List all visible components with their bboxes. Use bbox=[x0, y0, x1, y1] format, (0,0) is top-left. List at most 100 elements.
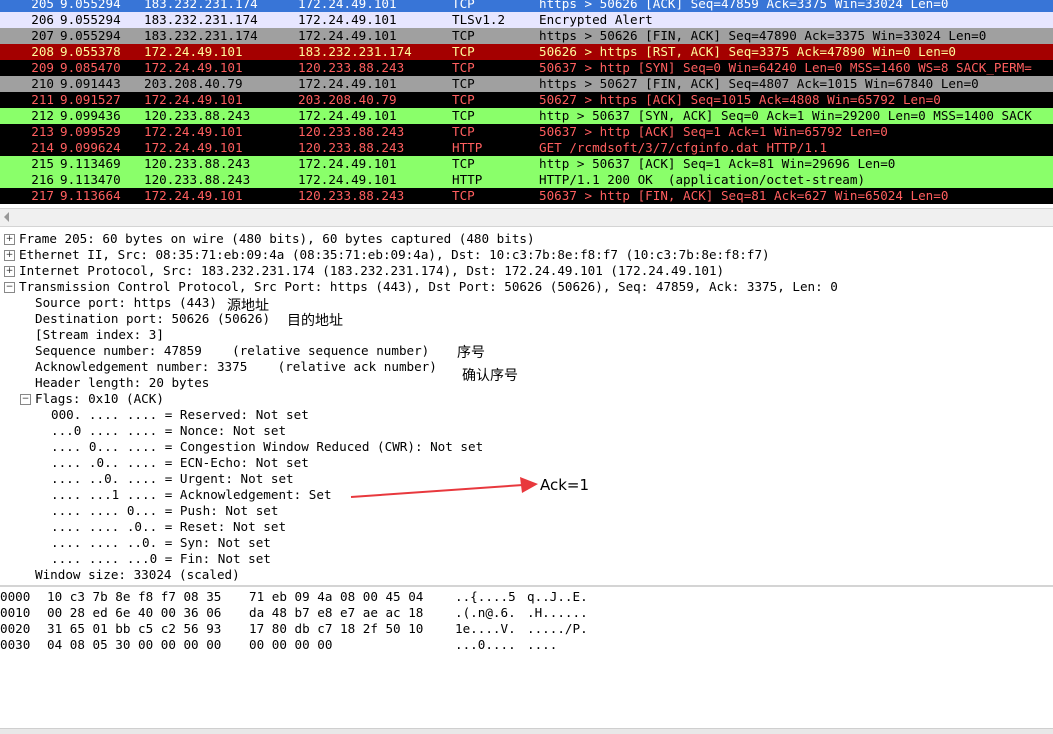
hex-ascii: ...../P. bbox=[527, 621, 588, 636]
packet-row[interactable]: 207 9.055294 183.232.231.174 172.24.49.101 T… bbox=[0, 28, 1053, 44]
expand-plus-icon[interactable]: + bbox=[4, 266, 15, 277]
packet-row[interactable]: 205 9.055294 183.232.231.174 172.24.49.101 T… bbox=[0, 0, 1053, 12]
tree-item-flag-bit[interactable]: .... .... ...0 = Fin: Not set bbox=[51, 551, 271, 567]
packet-destination: 172.24.49.101 bbox=[298, 28, 397, 43]
collapse-minus-icon[interactable]: − bbox=[4, 282, 15, 293]
tree-item-flag-bit[interactable]: .... ...1 .... = Acknowledgement: Set bbox=[51, 487, 332, 503]
packet-destination: 203.208.40.79 bbox=[298, 92, 397, 107]
packet-row[interactable]: 215 9.113469 120.233.88.243 172.24.49.101 TC… bbox=[0, 156, 1053, 172]
hex-row[interactable]: 0000 10 c3 7b 8e f8 f7 08 35 71 eb 09 4a 0… bbox=[0, 589, 1053, 605]
tree-item-flags[interactable]: Flags: 0x10 (ACK) bbox=[35, 391, 164, 407]
packet-number: 210 bbox=[31, 76, 54, 91]
collapse-minus-icon[interactable]: − bbox=[20, 394, 31, 405]
packet-protocol: TCP bbox=[452, 108, 475, 123]
packet-row[interactable]: 208 9.055378 172.24.49.101 183.232.231.174 T… bbox=[0, 44, 1053, 60]
packet-row[interactable]: 210 9.091443 203.208.40.79 172.24.49.101 TCP… bbox=[0, 76, 1053, 92]
tree-item-frame[interactable]: Frame 205: 60 bytes on wire (480 bits), … bbox=[19, 231, 535, 247]
packet-bytes-pane[interactable]: 0000 10 c3 7b 8e f8 f7 08 35 71 eb 09 4a 0… bbox=[0, 589, 1053, 729]
expand-plus-icon[interactable]: + bbox=[4, 250, 15, 261]
packet-row[interactable]: 209 9.085470 172.24.49.101 120.233.88.243 TC… bbox=[0, 60, 1053, 76]
bottom-scrollbar[interactable] bbox=[0, 728, 1053, 734]
packet-source: 172.24.49.101 bbox=[144, 140, 243, 155]
packet-time: 9.091443 bbox=[60, 76, 121, 91]
packet-protocol: TCP bbox=[452, 76, 475, 91]
hex-bytes: 31 65 01 bb c5 c2 56 93 bbox=[47, 621, 222, 636]
hex-ascii: .... bbox=[527, 637, 558, 652]
tree-item-flag-bit[interactable]: .... .0.. .... = ECN-Echo: Not set bbox=[51, 455, 309, 471]
packet-destination: 172.24.49.101 bbox=[298, 12, 397, 27]
tree-item-tcp[interactable]: Transmission Control Protocol, Src Port:… bbox=[19, 279, 838, 295]
tree-item-ack[interactable]: Acknowledgement number: 3375 (relative a… bbox=[35, 359, 437, 375]
tree-item-seq[interactable]: Sequence number: 47859 (relative sequenc… bbox=[35, 343, 429, 359]
packet-source: 172.24.49.101 bbox=[144, 124, 243, 139]
packet-destination: 120.233.88.243 bbox=[298, 124, 405, 139]
packet-destination: 183.232.231.174 bbox=[298, 44, 412, 59]
packet-row[interactable]: 212 9.099436 120.233.88.243 172.24.49.101 TC… bbox=[0, 108, 1053, 124]
tree-item-src-port[interactable]: Source port: https (443) bbox=[35, 295, 217, 311]
packet-info: HTTP/1.1 200 OK (application/octet-strea… bbox=[539, 172, 866, 187]
scroll-left-arrow-icon[interactable] bbox=[4, 212, 9, 222]
packet-protocol: TCP bbox=[452, 28, 475, 43]
hex-offset: 0020 bbox=[0, 621, 31, 636]
tree-item-flag-bit[interactable]: .... 0... .... = Congestion Window Reduc… bbox=[51, 439, 483, 455]
packet-row[interactable]: 211 9.091527 172.24.49.101 203.208.40.79 TCP… bbox=[0, 92, 1053, 108]
hex-offset: 0010 bbox=[0, 605, 31, 620]
annotation-sequence: 序号 bbox=[457, 345, 485, 361]
tree-item-flag-bit[interactable]: .... .... 0... = Push: Not set bbox=[51, 503, 278, 519]
packet-details-tree[interactable]: + Frame 205: 60 bytes on wire (480 bits)… bbox=[0, 229, 1053, 584]
packet-info: http > 50637 [SYN, ACK] Seq=0 Ack=1 Win=… bbox=[539, 108, 1032, 123]
packet-protocol: TCP bbox=[452, 156, 475, 171]
packet-time: 9.113469 bbox=[60, 156, 121, 171]
packet-source: 120.233.88.243 bbox=[144, 156, 251, 171]
packet-row[interactable]: 213 9.099529 172.24.49.101 120.233.88.243 TC… bbox=[0, 124, 1053, 140]
packet-row[interactable]: 206 9.055294 183.232.231.174 172.24.49.101 T… bbox=[0, 12, 1053, 28]
packet-number: 209 bbox=[31, 60, 54, 75]
tree-item-flag-bit[interactable]: ...0 .... .... = Nonce: Not set bbox=[51, 423, 286, 439]
packet-number: 216 bbox=[31, 172, 54, 187]
packet-row[interactable]: 216 9.113470 120.233.88.243 172.24.49.101 HT… bbox=[0, 172, 1053, 188]
hex-ascii: q..J..E. bbox=[527, 589, 588, 604]
pane-divider[interactable] bbox=[0, 585, 1053, 587]
packet-info: 50627 > https [ACK] Seq=1015 Ack=4808 Wi… bbox=[539, 92, 941, 107]
packet-time: 9.091527 bbox=[60, 92, 121, 107]
tree-item-flag-bit[interactable]: .... .... .0.. = Reset: Not set bbox=[51, 519, 286, 535]
tree-item-flag-bit[interactable]: .... .... ..0. = Syn: Not set bbox=[51, 535, 271, 551]
tree-item-flag-bit[interactable]: .... ..0. .... = Urgent: Not set bbox=[51, 471, 294, 487]
annotation-destination-address: 目的地址 bbox=[287, 313, 343, 329]
packet-number: 208 bbox=[31, 44, 54, 59]
packet-destination: 120.233.88.243 bbox=[298, 188, 405, 203]
hex-bytes: 17 80 db c7 18 2f 50 10 bbox=[249, 621, 424, 636]
packet-destination: 120.233.88.243 bbox=[298, 60, 405, 75]
packet-row[interactable]: 217 9.113664 172.24.49.101 120.233.88.243 TC… bbox=[0, 188, 1053, 204]
packet-source: 120.233.88.243 bbox=[144, 172, 251, 187]
packet-source: 183.232.231.174 bbox=[144, 0, 258, 11]
hex-row[interactable]: 0010 00 28 ed 6e 40 00 36 06 da 48 b7 e8 e… bbox=[0, 605, 1053, 621]
tree-item-ethernet[interactable]: Ethernet II, Src: 08:35:71:eb:09:4a (08:… bbox=[19, 247, 770, 263]
packet-source: 183.232.231.174 bbox=[144, 12, 258, 27]
hex-row[interactable]: 0030 04 08 05 30 00 00 00 00 00 00 00 00..… bbox=[0, 637, 1053, 653]
packet-number: 214 bbox=[31, 140, 54, 155]
packet-time: 9.055294 bbox=[60, 12, 121, 27]
packet-list-horizontal-scrollbar[interactable] bbox=[0, 208, 1053, 227]
tree-item-window-size[interactable]: Window size: 33024 (scaled) bbox=[35, 567, 240, 583]
packet-protocol: TCP bbox=[452, 124, 475, 139]
packet-protocol: HTTP bbox=[452, 172, 483, 187]
packet-row[interactable]: 214 9.099624 172.24.49.101 120.233.88.243 HT… bbox=[0, 140, 1053, 156]
packet-time: 9.055294 bbox=[60, 0, 121, 11]
packet-destination: 172.24.49.101 bbox=[298, 156, 397, 171]
hex-ascii: ...0.... bbox=[455, 637, 516, 652]
hex-ascii: 1e....V. bbox=[455, 621, 516, 636]
hex-ascii: .H...... bbox=[527, 605, 588, 620]
packet-number: 206 bbox=[31, 12, 54, 27]
packet-number: 212 bbox=[31, 108, 54, 123]
tree-item-stream-index[interactable]: [Stream index: 3] bbox=[35, 327, 164, 343]
tree-item-header-length[interactable]: Header length: 20 bytes bbox=[35, 375, 209, 391]
packet-number: 207 bbox=[31, 28, 54, 43]
expand-plus-icon[interactable]: + bbox=[4, 234, 15, 245]
packet-list[interactable]: 205 9.055294 183.232.231.174 172.24.49.101 T… bbox=[0, 0, 1053, 208]
tree-item-ip[interactable]: Internet Protocol, Src: 183.232.231.174 … bbox=[19, 263, 724, 279]
packet-destination: 120.233.88.243 bbox=[298, 140, 405, 155]
hex-row[interactable]: 0020 31 65 01 bb c5 c2 56 93 17 80 db c7 1… bbox=[0, 621, 1053, 637]
red-arrow-icon bbox=[350, 477, 538, 498]
tree-item-flag-bit[interactable]: 000. .... .... = Reserved: Not set bbox=[51, 407, 309, 423]
